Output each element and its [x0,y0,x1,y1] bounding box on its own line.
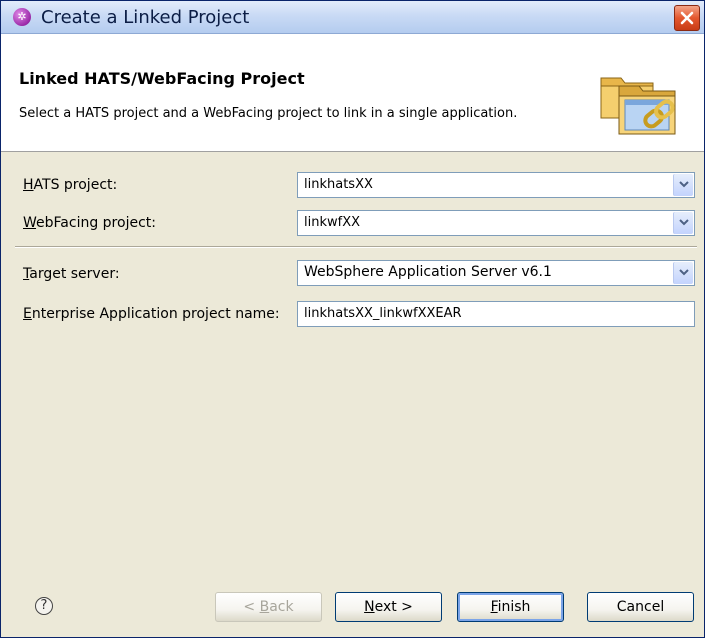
hats-project-value: linkhatsXX [304,177,373,192]
window-title: Create a Linked Project [41,7,250,28]
help-icon: ? [40,598,48,613]
webfacing-project-label: WebFacing project: [23,215,156,231]
title-bar[interactable]: ✲ Create a Linked Project [1,1,704,34]
help-button[interactable]: ? [35,597,53,615]
wizard-banner: Linked HATS/WebFacing Project Select a H… [1,34,704,152]
close-button[interactable] [674,5,700,31]
target-server-dropdown-button[interactable] [673,262,693,284]
webfacing-project-value: linkwfXX [304,215,361,230]
finish-button[interactable]: Finish [457,592,564,622]
dialog-window: ✲ Create a Linked Project Linked HATS/We… [0,0,705,638]
ear-project-value: linkhatsXX_linkwfXXEAR [304,306,462,321]
banner-description: Select a HATS project and a WebFacing pr… [19,106,518,121]
app-icon: ✲ [13,8,31,26]
linked-projects-icon [600,77,676,135]
webfacing-project-combo[interactable]: linkwfXX [297,210,695,236]
back-button[interactable]: < Back [215,592,322,622]
webfacing-project-dropdown-button[interactable] [673,212,693,234]
next-button[interactable]: Next > [335,592,442,622]
target-server-label: Target server: [23,266,120,282]
target-server-value: WebSphere Application Server v6.1 [304,264,552,280]
target-server-combo[interactable]: WebSphere Application Server v6.1 [297,260,695,286]
close-icon [680,11,694,25]
cancel-button[interactable]: Cancel [587,592,694,622]
hats-project-label: HATS project: [23,177,118,193]
hats-project-dropdown-button[interactable] [673,174,693,196]
chevron-down-icon [679,181,689,188]
chevron-down-icon [679,219,689,226]
ear-project-input[interactable]: linkhatsXX_linkwfXXEAR [297,301,695,327]
form-separator [15,246,697,248]
chevron-down-icon [679,269,689,276]
hats-project-combo[interactable]: linkhatsXX [297,172,695,198]
ear-project-label: Enterprise Application project name: [23,306,280,322]
banner-title: Linked HATS/WebFacing Project [19,69,305,88]
